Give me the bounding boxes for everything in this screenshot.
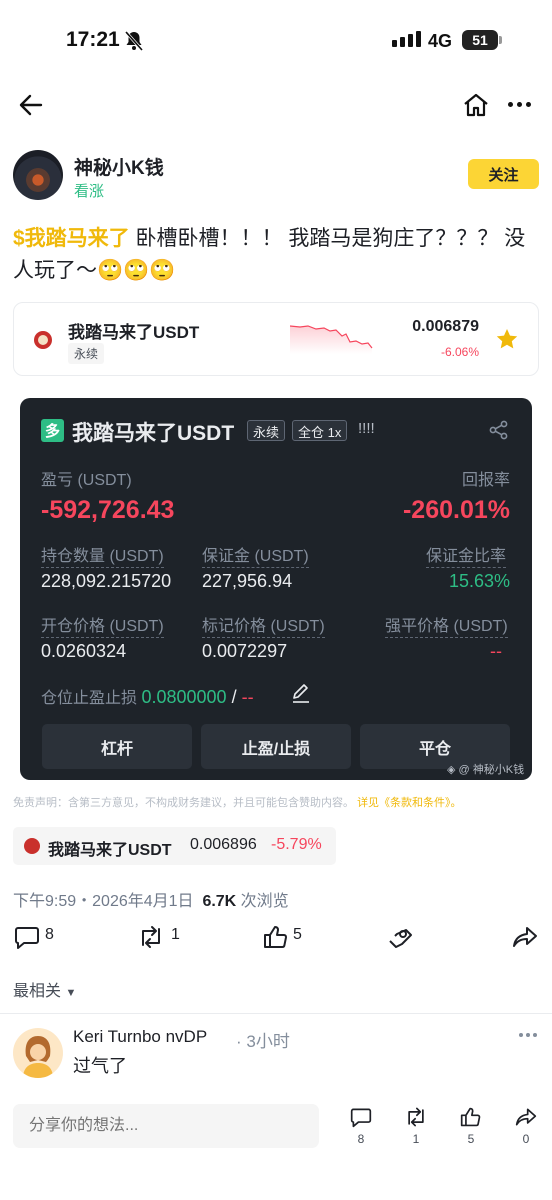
position-size-value: 228,092.215720 xyxy=(41,571,172,591)
like-icon[interactable] xyxy=(263,925,289,949)
pnl-value: -592,726.43 xyxy=(41,496,175,524)
leverage-button[interactable]: 杠杆 xyxy=(42,724,192,769)
disclaimer: 免责声明：含第三方意见，不构成财务建议，并且可能包含赞助内容。 详见《条款和条件… xyxy=(13,794,462,810)
coin-card-change: -6.06% xyxy=(440,345,479,359)
bottom-repost-count: 1 xyxy=(412,1132,420,1146)
view-suffix: 次浏览 xyxy=(236,893,289,910)
tip-icon[interactable] xyxy=(387,925,415,949)
post-meta: 下午9:59・2026年4月1日 6.7K 次浏览 xyxy=(13,887,289,911)
comment-input[interactable] xyxy=(13,1104,319,1148)
star-icon[interactable] xyxy=(495,327,519,351)
liq-price-value: -- xyxy=(490,641,502,661)
bottom-repost-icon[interactable] xyxy=(404,1106,428,1128)
comment-time: · 3小时 xyxy=(236,1032,290,1051)
battery-icon: 51 xyxy=(462,30,498,50)
comment-more-icon[interactable] xyxy=(519,1033,537,1037)
sort-label: 最相关 xyxy=(13,983,62,1000)
edit-pencil-icon[interactable] xyxy=(291,683,311,703)
post-body: $我踏马来了 卧槽卧槽！！！ 我踏马是狗庄了？？？ 没人玩了～🙄🙄🙄 xyxy=(13,223,543,287)
signal-icon xyxy=(392,31,421,47)
post-datetime: 下午9:59・2026年4月1日 xyxy=(13,893,194,910)
tpsl-button[interactable]: 止盈/止损 xyxy=(201,724,351,769)
tpsl-separator: / xyxy=(226,687,242,707)
tpsl-label: 仓位止盈止损 xyxy=(41,690,138,707)
repost-count: 1 xyxy=(171,926,180,943)
commenter-name[interactable]: Keri Turnbo nvDP xyxy=(73,1027,207,1047)
mark-price-value: 0.0072297 xyxy=(202,641,288,661)
status-time: 17:21 xyxy=(66,28,120,51)
network-type: 4G xyxy=(428,31,453,51)
sl-value: -- xyxy=(241,687,254,707)
watermark-text: @ 神秘小K钱 xyxy=(458,764,525,776)
follow-button[interactable]: 关注 xyxy=(468,159,539,189)
divider xyxy=(0,1013,552,1014)
view-count: 6.7K xyxy=(202,893,237,910)
roi-value: -260.01% xyxy=(402,496,510,524)
bottom-comment-icon[interactable] xyxy=(350,1106,372,1128)
margin-ratio-value: 15.63% xyxy=(448,571,510,591)
pnl-symbol: 我踏马来了USDT xyxy=(72,422,235,445)
margin-label: 保证金 (USDT) xyxy=(202,542,309,568)
coin-logo xyxy=(34,331,52,349)
margin-value: 227,956.94 xyxy=(202,571,293,591)
bottom-like-icon[interactable] xyxy=(460,1106,482,1128)
share-arrow-icon[interactable] xyxy=(512,925,538,949)
comment-text: 过气了 xyxy=(73,1056,127,1076)
more-options-icon[interactable] xyxy=(508,102,531,107)
comment-count: 8 xyxy=(45,926,54,943)
bell-muted-icon xyxy=(124,30,144,52)
like-count: 5 xyxy=(293,926,302,943)
ticker-name: 我踏马来了USDT xyxy=(48,842,172,859)
coin-card-type: 永续 xyxy=(68,343,105,364)
terms-link[interactable]: 详见《条款和条件》。 xyxy=(357,797,462,809)
disclaimer-text: 免责声明：含第三方意见，不构成财务建议，并且可能包含赞助内容。 xyxy=(13,797,354,809)
pnl-label: 盈亏 (USDT) xyxy=(41,472,132,489)
author-avatar[interactable] xyxy=(13,150,63,200)
ticker-change: -5.79% xyxy=(271,836,322,853)
ticker-logo xyxy=(24,838,40,854)
caret-down-icon: ▼ xyxy=(65,987,77,999)
commenter-avatar[interactable] xyxy=(13,1028,63,1078)
long-badge: 多 xyxy=(41,419,64,442)
pnl-exclaim: !!!! xyxy=(358,420,375,437)
bottom-like-count: 5 xyxy=(467,1132,475,1146)
tp-value: 0.0800000 xyxy=(141,687,227,707)
liq-price-label: 强平价格 (USDT) xyxy=(385,612,508,638)
back-arrow-icon[interactable] xyxy=(18,92,44,118)
bottom-share-count: 0 xyxy=(522,1132,530,1146)
mark-price-label: 标记价格 (USDT) xyxy=(202,612,325,638)
roi-label: 回报率 xyxy=(461,472,510,489)
card-watermark: ◈ @ 神秘小K钱 xyxy=(447,764,525,776)
coin-sparkline xyxy=(290,318,374,354)
entry-price-value: 0.0260324 xyxy=(41,641,127,661)
author-name[interactable]: 神秘小K钱 xyxy=(74,153,164,180)
cashtag-link[interactable]: $我踏马来了 xyxy=(13,227,130,250)
bottom-comment-count: 8 xyxy=(357,1132,365,1146)
bottom-share-icon[interactable] xyxy=(515,1106,537,1128)
tpsl-row: 仓位止盈止损 0.0800000 / -- xyxy=(41,684,254,708)
position-size-label: 持仓数量 (USDT) xyxy=(41,542,164,568)
coin-card-name: 我踏马来了USDT xyxy=(68,323,200,342)
contract-type-chip: 永续 xyxy=(247,420,286,441)
ticker-price: 0.006896 xyxy=(190,836,257,853)
margin-mode-chip: 全仓 1x xyxy=(292,420,348,441)
entry-price-label: 开仓价格 (USDT) xyxy=(41,612,164,638)
share-nodes-icon[interactable] xyxy=(489,420,509,440)
home-icon[interactable] xyxy=(462,92,490,118)
sentiment-tag: 看涨 xyxy=(74,183,105,200)
coin-card-price: 0.006879 xyxy=(412,318,479,335)
comment-icon[interactable] xyxy=(14,925,40,949)
margin-ratio-label: 保证金比率 xyxy=(426,542,507,568)
repost-icon[interactable] xyxy=(137,925,165,949)
battery-tip xyxy=(499,36,502,44)
sort-dropdown[interactable]: 最相关 ▼ xyxy=(13,977,76,1001)
